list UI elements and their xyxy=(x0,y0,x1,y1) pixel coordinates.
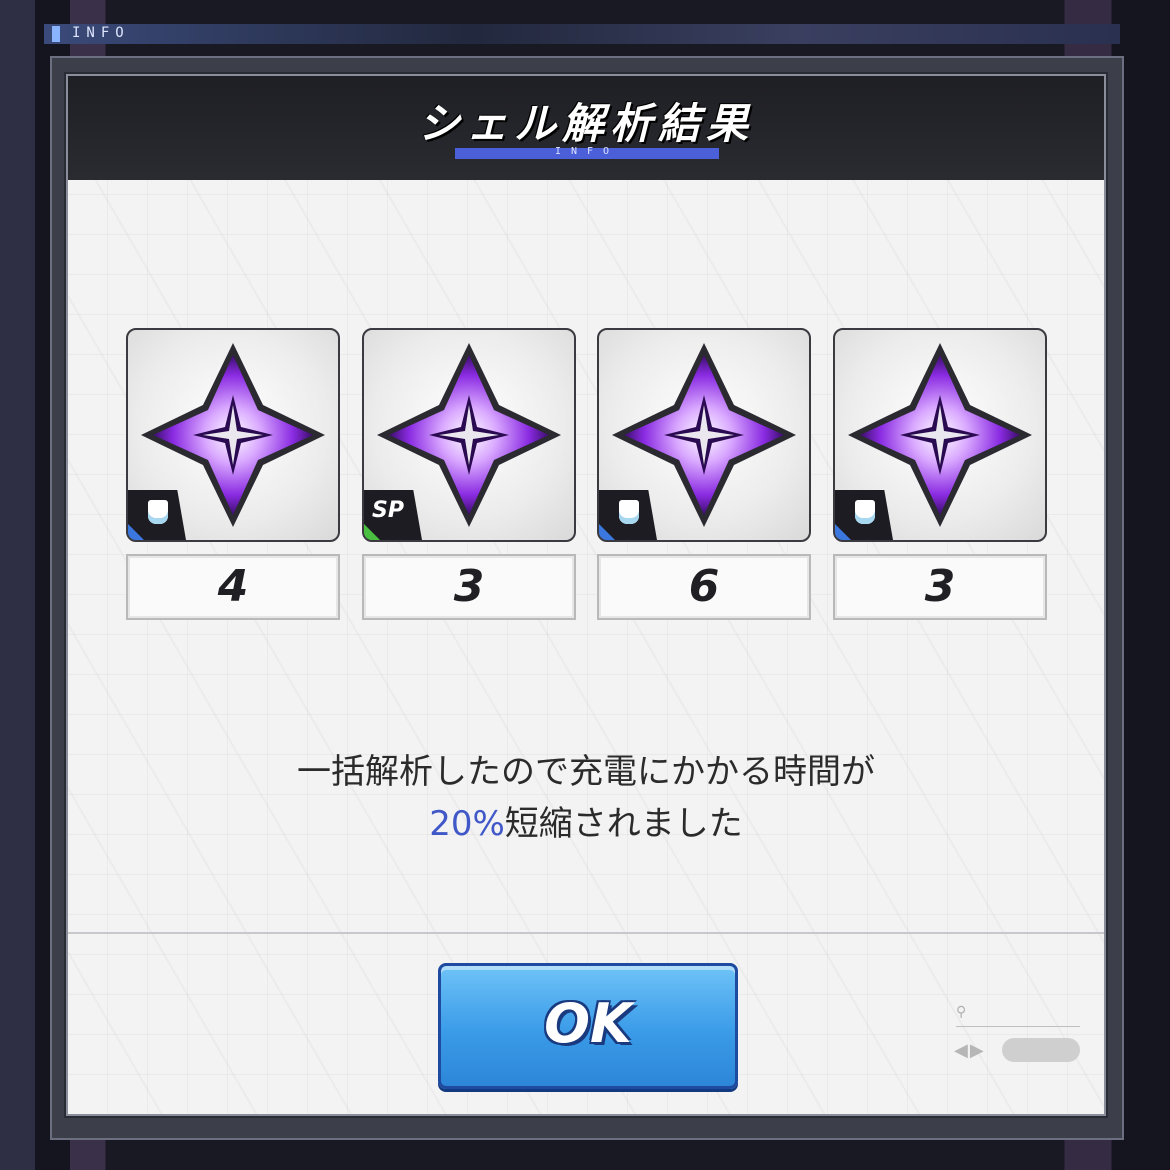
message-line-2: 20%短縮されました xyxy=(68,798,1104,850)
top-info-strip: INFO xyxy=(44,24,1120,44)
message-line-2-text: 短縮されました xyxy=(504,804,743,844)
shield-icon xyxy=(855,500,875,524)
item-count: 6 xyxy=(597,554,811,620)
dialog-header: シェル解析結果 INFO xyxy=(68,76,1104,180)
result-item: 4 xyxy=(126,328,340,620)
rarity-badge xyxy=(835,490,893,540)
shield-icon xyxy=(148,500,168,524)
shell-card xyxy=(833,328,1047,542)
item-count: 3 xyxy=(362,554,576,620)
message-line-1: 一括解析したので充電にかかる時間が xyxy=(297,752,875,792)
title-sub-label: INFO xyxy=(554,146,620,157)
sp-badge-label: SP xyxy=(372,498,404,523)
result-item: 6 xyxy=(597,328,811,620)
shell-analysis-dialog: シェル解析結果 INFO 4 SP 3 6 3 一括解析したので充電にかかる時間… xyxy=(66,74,1106,1116)
rarity-badge xyxy=(599,490,657,540)
result-item: 3 xyxy=(833,328,1047,620)
shell-card xyxy=(597,328,811,542)
ok-button-label: OK xyxy=(544,992,632,1055)
shield-icon xyxy=(619,500,639,524)
title-underline-bar: INFO xyxy=(455,146,719,159)
reduction-percent: 20% xyxy=(429,804,505,844)
footer-divider xyxy=(68,932,1104,934)
result-items: 4 SP 3 6 3 xyxy=(126,328,1050,628)
ok-button[interactable]: OK xyxy=(438,963,738,1089)
result-message: 一括解析したので充電にかかる時間が 20%短縮されました xyxy=(68,746,1104,850)
decorative-arrows-icon: ◀▶ xyxy=(954,1040,986,1061)
decorative-pill xyxy=(1002,1038,1080,1062)
top-strip-label: INFO xyxy=(72,25,130,41)
item-count: 4 xyxy=(126,554,340,620)
rarity-badge xyxy=(128,490,186,540)
dialog-title: シェル解析結果 xyxy=(417,99,754,148)
strip-marker xyxy=(52,26,60,42)
decorative-search: ⚲ xyxy=(956,1004,1080,1027)
result-item: SP 3 xyxy=(362,328,576,620)
item-count: 3 xyxy=(833,554,1047,620)
shell-card: SP xyxy=(362,328,576,542)
rarity-badge: SP xyxy=(364,490,422,540)
search-icon: ⚲ xyxy=(956,1004,967,1020)
shell-card xyxy=(126,328,340,542)
